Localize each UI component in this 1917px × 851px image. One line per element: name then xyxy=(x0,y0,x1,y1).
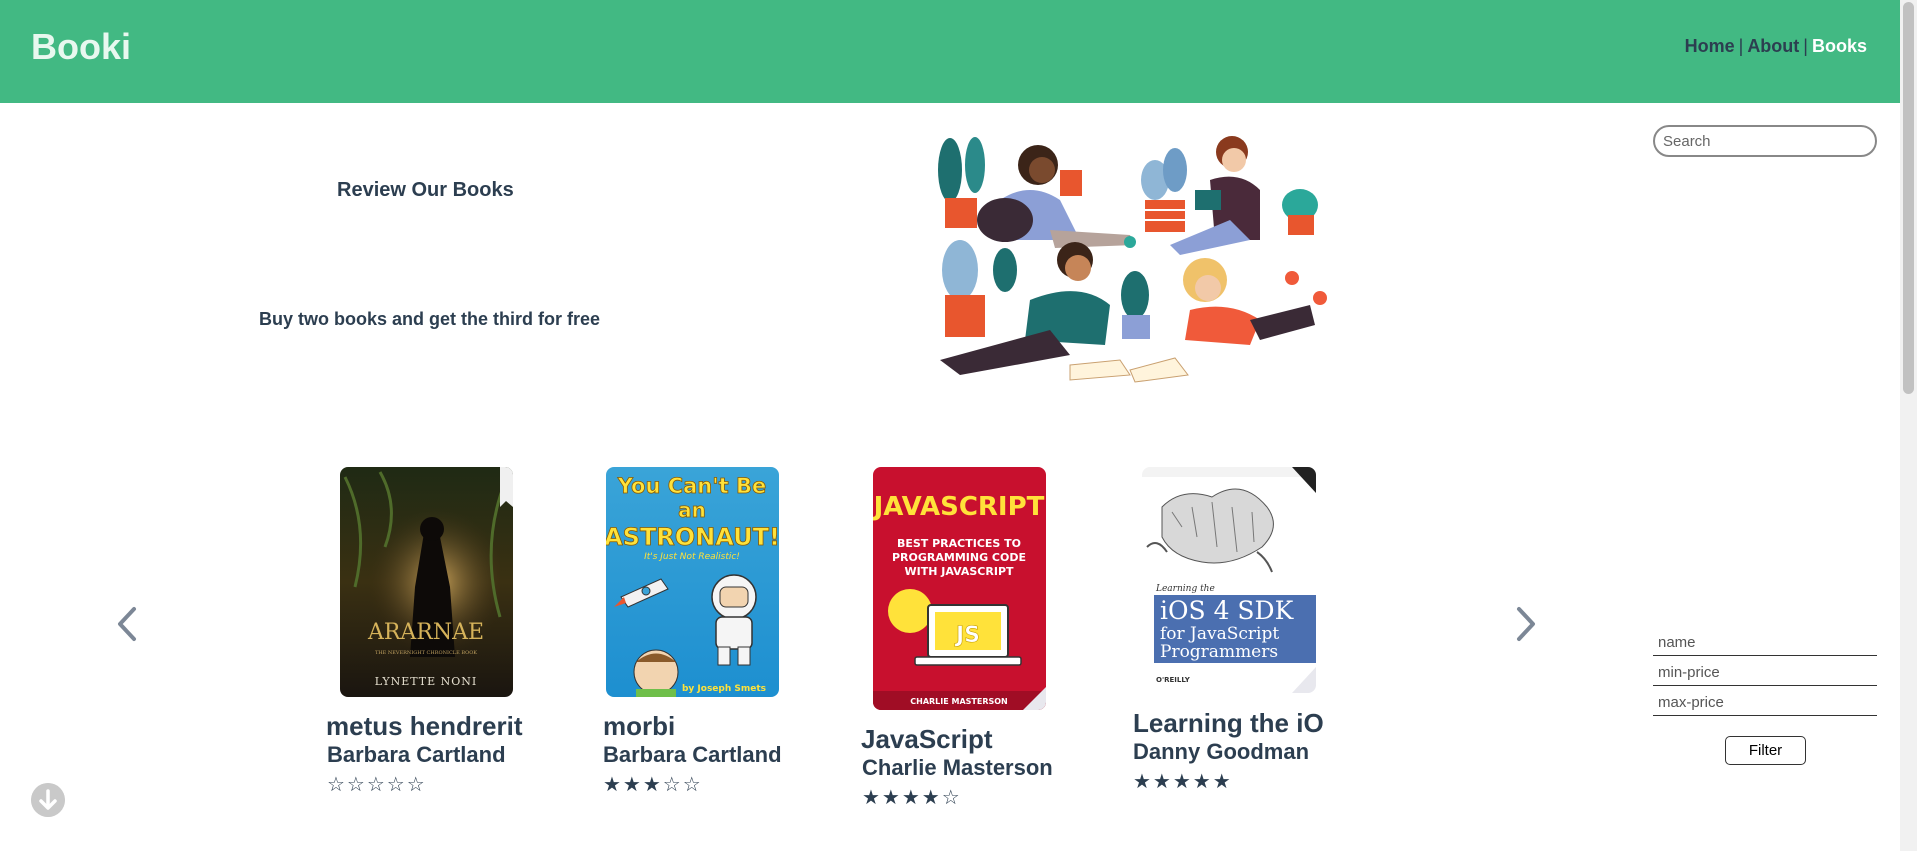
cover-subtitle-line3: WITH JAVASCRIPT xyxy=(904,565,1014,578)
star-rating: ★★★★★ xyxy=(1133,771,1233,793)
cover-subtitle-line2: PROGRAMMING CODE xyxy=(892,551,1026,564)
filter-min-price-input[interactable] xyxy=(1653,659,1877,686)
filter-name-input[interactable] xyxy=(1653,629,1877,656)
logo[interactable]: Booki xyxy=(31,26,131,68)
cover-title-line1: You Can't Be xyxy=(617,474,767,498)
cover-author: LYNETTE NONI xyxy=(375,675,478,688)
cover-pre: Learning the xyxy=(1155,584,1215,594)
nav-separator: | xyxy=(1738,36,1744,56)
cover-title-line3: Programmers xyxy=(1160,642,1278,662)
cover-subtitle: THE NEVERNIGHT CHRONICLE BOOK xyxy=(375,650,477,656)
nav-separator: | xyxy=(1803,36,1808,56)
book-name: Learning the iO xyxy=(1133,708,1324,738)
book-author: Charlie Masterson xyxy=(862,755,1053,780)
star-rating: ★★★★☆ xyxy=(862,787,962,809)
star-rating: ★★★☆☆ xyxy=(603,774,703,796)
cover-author: CHARLIE MASTERSON xyxy=(910,697,1008,706)
page-scrollbar[interactable] xyxy=(1900,0,1917,851)
hero-subtitle: Buy two books and get the third for free xyxy=(259,309,601,329)
book-name: metus hendrerit xyxy=(326,711,523,741)
filter-button[interactable]: Filter xyxy=(1725,736,1806,765)
cover-title-line2: for JavaScript xyxy=(1160,624,1279,644)
book-name: JavaScript xyxy=(861,724,993,754)
cover-author: by Joseph Smets xyxy=(682,684,766,694)
cover-title-line2: an xyxy=(678,498,706,522)
header: Booki Home | About | Books xyxy=(0,0,1900,103)
nav-books-link[interactable]: Books xyxy=(1812,36,1867,56)
book-name: morbi xyxy=(603,711,676,741)
book-cover[interactable]: JAVASCRIPT BEST PRACTICES TO PROGRAMMING… xyxy=(873,467,1046,710)
cover-publisher: O'REILLY xyxy=(1156,676,1191,684)
filter-max-price-input[interactable] xyxy=(1653,689,1877,716)
book-cover[interactable]: You Can't Be an ASTRONAUT! It's Just Not… xyxy=(606,467,779,697)
nav-home-link[interactable]: Home xyxy=(1685,36,1735,56)
book-author: Danny Goodman xyxy=(1133,739,1310,764)
cover-tagline: It's Just Not Realistic! xyxy=(644,552,740,562)
cover-title-line1: iOS 4 SDK xyxy=(1160,596,1295,625)
cover-badge: JS xyxy=(954,623,980,648)
star-rating: ☆☆☆☆☆ xyxy=(327,774,427,796)
cover-title-line3: ASTRONAUT! xyxy=(606,523,779,551)
book-cover[interactable]: Learning the iOS 4 SDK for JavaScript Pr… xyxy=(1142,467,1316,693)
chevron-left-icon[interactable] xyxy=(108,601,148,647)
search-input[interactable] xyxy=(1653,125,1877,157)
cover-title: ARARNAE xyxy=(367,620,484,645)
scroll-down-icon[interactable] xyxy=(31,783,65,817)
chevron-right-icon[interactable] xyxy=(1505,601,1545,647)
book-author: Barbara Cartland xyxy=(603,742,782,767)
hero-title: Review Our Books xyxy=(337,179,514,201)
reading-people-illustration xyxy=(938,136,1327,383)
main-nav: Home | About | Books xyxy=(1685,36,1867,57)
scrollbar-thumb[interactable] xyxy=(1903,2,1914,394)
book-author: Barbara Cartland xyxy=(327,742,506,767)
book-cover[interactable]: ARARNAE THE NEVERNIGHT CHRONICLE BOOK LY… xyxy=(340,467,513,697)
cover-subtitle-line1: BEST PRACTICES TO xyxy=(897,537,1021,550)
nav-about-link[interactable]: About xyxy=(1747,36,1799,56)
cover-title: JAVASCRIPT xyxy=(873,492,1045,522)
